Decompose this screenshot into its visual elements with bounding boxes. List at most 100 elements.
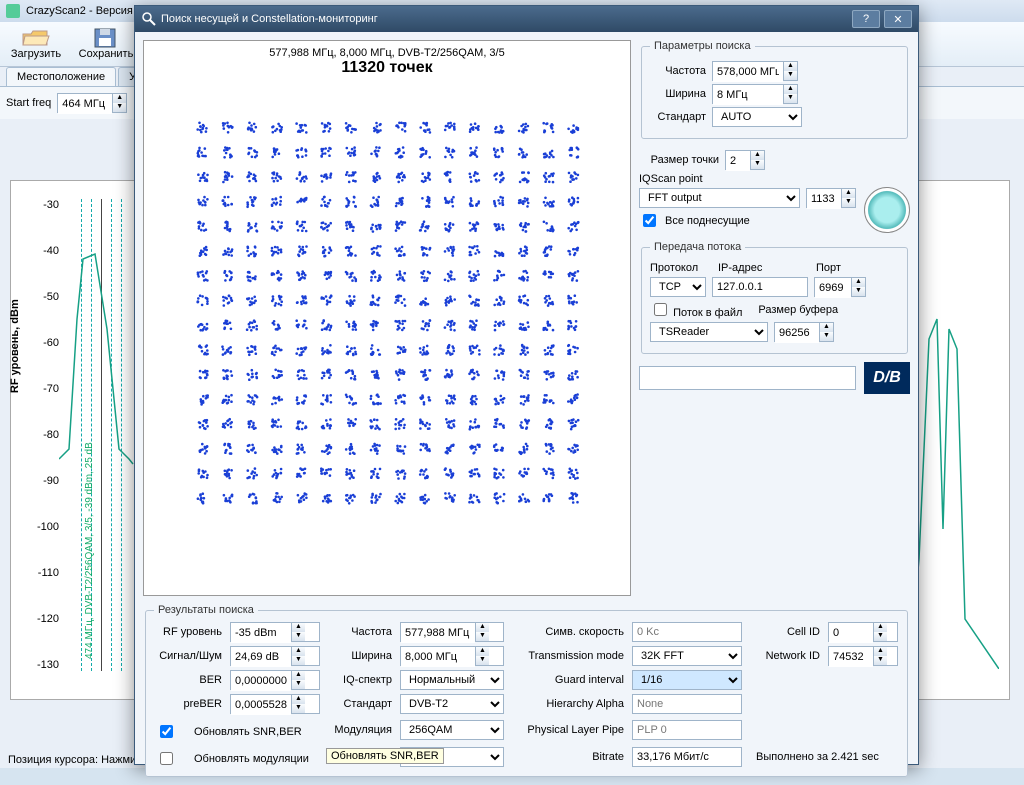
iqscan-num-spinner[interactable]: ▲▼ (806, 188, 856, 208)
port-input[interactable] (815, 278, 851, 298)
down-icon[interactable]: ▼ (783, 71, 797, 80)
reader-select[interactable]: TSReader (650, 322, 768, 342)
results-legend: Результаты поиска (154, 604, 258, 616)
folder-open-icon (22, 28, 50, 48)
stream-to-file-label: Поток в файл (673, 307, 742, 319)
down-icon[interactable]: ▼ (819, 332, 833, 341)
netid-label: Network ID (750, 650, 820, 662)
startfreq-spinner[interactable]: ▲▼ (57, 93, 127, 113)
dvb-logo: D/B (864, 362, 910, 394)
app-title: CrazyScan2 - Версия (26, 5, 133, 17)
close-button[interactable]: ✕ (884, 10, 912, 28)
symrate-value (632, 622, 742, 642)
up-icon[interactable]: ▲ (783, 62, 797, 71)
ber-value[interactable]: ▲▼ (230, 670, 320, 690)
refresh-mod-label: Обновлять модуляции (194, 753, 309, 765)
freq-input[interactable] (713, 62, 783, 82)
down-icon[interactable]: ▼ (112, 103, 126, 112)
snr-label: Сигнал/Шум (154, 650, 222, 662)
guard-label: Guard interval (512, 674, 624, 686)
port-spinner[interactable]: ▲▼ (814, 277, 866, 297)
spectrum-yticks: -30-40-50-60-70-80-90-100-110-120-130 (25, 181, 59, 699)
app-icon (6, 4, 20, 18)
refresh-mod-checkbox[interactable] (160, 752, 173, 765)
width-input[interactable] (713, 85, 783, 105)
pointsize-label: Размер точки (639, 154, 719, 166)
txmode-label: Transmission mode (512, 650, 624, 662)
cellid-label: Cell ID (750, 626, 820, 638)
rfreq-value[interactable]: ▲▼ (400, 622, 504, 642)
help-button[interactable]: ? (852, 10, 880, 28)
search-params-group: Параметры поиска Частота ▲▼ Ширина ▲▼ Ст… (641, 40, 908, 139)
width-label: Ширина (650, 88, 706, 100)
stream-group: Передача потока Протокол IP-адрес Порт T… (641, 241, 908, 354)
bufsize-input[interactable] (775, 323, 819, 343)
all-subcarriers-checkbox[interactable] (643, 214, 656, 227)
down-icon[interactable]: ▼ (841, 198, 855, 207)
up-icon[interactable]: ▲ (112, 94, 126, 103)
iqscan-select[interactable]: FFT output (639, 188, 800, 208)
freq-spinner[interactable]: ▲▼ (712, 61, 798, 81)
rstd-label: Стандарт (328, 698, 392, 710)
width-spinner[interactable]: ▲▼ (712, 84, 798, 104)
startfreq-input[interactable] (58, 94, 112, 114)
txmode-value[interactable]: 32K FFT (632, 646, 742, 666)
startfreq-label: Start freq (6, 97, 51, 109)
up-icon[interactable]: ▲ (783, 85, 797, 94)
refresh-snrber-checkbox[interactable] (160, 725, 173, 738)
standard-label: Стандарт (650, 111, 706, 123)
iqspec-value[interactable]: Нормальный (400, 670, 504, 690)
all-subcarriers-label: Все поднесущие (665, 215, 750, 227)
up-icon[interactable]: ▲ (750, 151, 764, 160)
freq-label: Частота (650, 65, 706, 77)
preber-label: preBER (154, 698, 222, 710)
bufsize-spinner[interactable]: ▲▼ (774, 322, 834, 342)
pointsize-input[interactable] (726, 151, 750, 171)
search-legend: Параметры поиска (650, 40, 755, 52)
up-icon[interactable]: ▲ (841, 189, 855, 198)
mod-value[interactable]: 256QAM (400, 720, 504, 740)
proto-select[interactable]: TCP (650, 277, 706, 297)
port-label: Порт (816, 262, 841, 274)
bufsize-label: Размер буфера (758, 304, 838, 316)
rwidth-value[interactable]: ▲▼ (400, 646, 504, 666)
rflevel-value[interactable]: ▲▼ (230, 622, 320, 642)
floppy-icon (92, 28, 120, 48)
plot-subtitle: 577,988 МГц, 8,000 МГц, DVB-T2/256QAM, 3… (144, 47, 630, 59)
tab-location[interactable]: Местоположение (6, 67, 116, 86)
plot-title: 11320 точек (144, 59, 630, 77)
stream-to-file-checkbox[interactable] (654, 303, 667, 316)
pointsize-spinner[interactable]: ▲▼ (725, 150, 765, 170)
ip-label: IP-адрес (718, 262, 804, 274)
snr-value[interactable]: ▲▼ (230, 646, 320, 666)
bitrate-value (632, 747, 742, 767)
refresh-snrber-label: Обновлять SNR,BER (194, 726, 302, 738)
down-icon[interactable]: ▼ (750, 160, 764, 169)
ber-label: BER (154, 674, 222, 686)
ip-input[interactable] (712, 277, 808, 297)
down-icon[interactable]: ▼ (851, 287, 865, 296)
mod-label: Модуляция (328, 724, 392, 736)
cellid-value[interactable]: ▲▼ (828, 622, 898, 642)
plp-value (632, 720, 742, 740)
netid-value[interactable]: ▲▼ (828, 646, 898, 666)
guard-value[interactable]: 1/16 (632, 670, 742, 690)
iqscan-num-input[interactable] (807, 189, 841, 209)
rstd-value[interactable]: DVB-T2 (400, 694, 504, 714)
plp-label: Physical Layer Pipe (512, 724, 624, 736)
preber-value[interactable]: ▲▼ (230, 694, 320, 714)
constellation-dialog: Поиск несущей и Constellation-мониторинг… (134, 5, 919, 765)
dialog-titlebar[interactable]: Поиск несущей и Constellation-мониторинг… (135, 6, 918, 32)
results-group: Результаты поиска RF уровень ▲▼ Частота … (145, 604, 908, 777)
stream-legend: Передача потока (650, 241, 745, 253)
constellation-plot[interactable]: 577,988 МГц, 8,000 МГц, DVB-T2/256QAM, 3… (143, 40, 631, 596)
standard-select[interactable]: AUTO (712, 107, 802, 127)
proto-label: Протокол (650, 262, 706, 274)
statusbar-text: Позиция курсора: Нажми (8, 754, 136, 766)
up-icon[interactable]: ▲ (851, 278, 865, 287)
up-icon[interactable]: ▲ (819, 323, 833, 332)
save-button[interactable]: Сохранить (76, 28, 136, 60)
load-button[interactable]: Загрузить (6, 28, 66, 60)
down-icon[interactable]: ▼ (783, 94, 797, 103)
load-label: Загрузить (11, 48, 61, 60)
